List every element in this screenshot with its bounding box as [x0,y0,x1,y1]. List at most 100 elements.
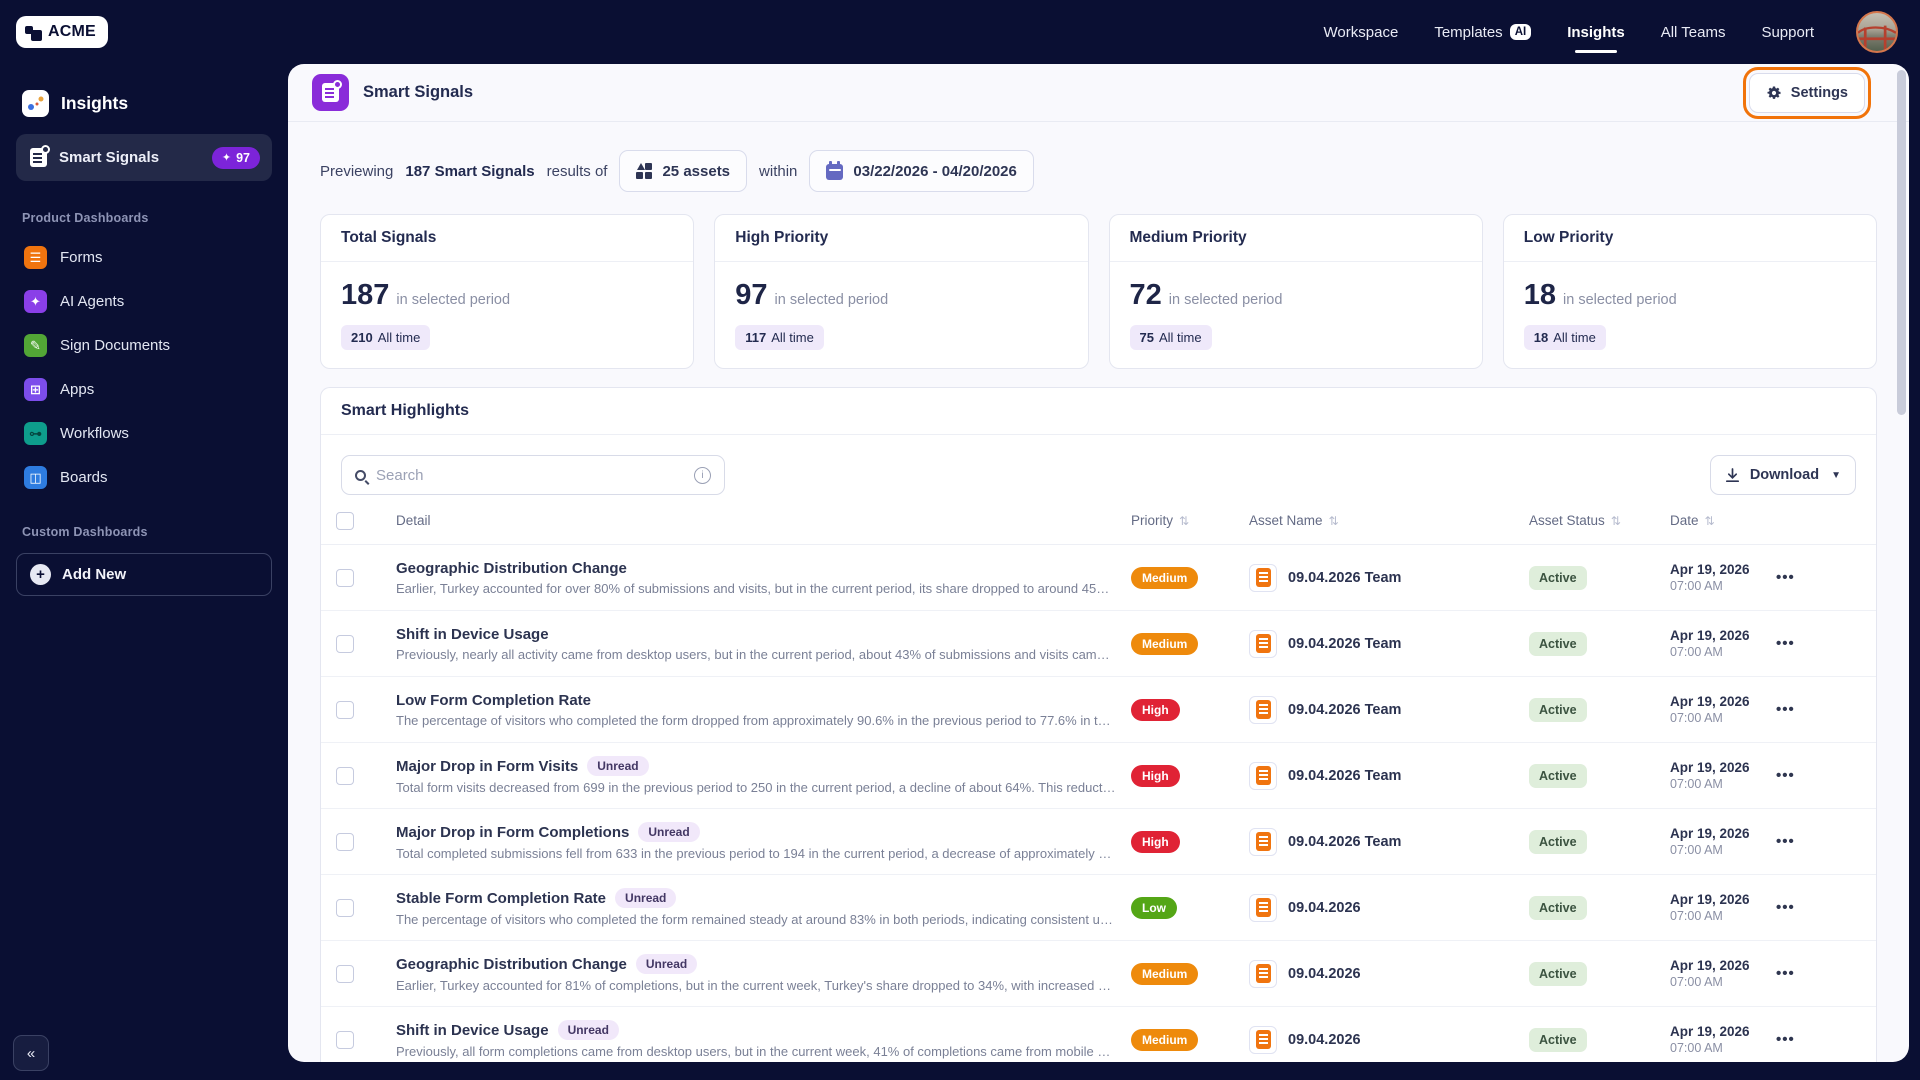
table-row[interactable]: Major Drop in Form Completions Unread To… [321,809,1876,875]
nav-templates[interactable]: Templates AI [1434,14,1532,51]
column-priority[interactable]: Priority ⇅ [1131,513,1249,528]
table-row[interactable]: Geographic Distribution Change Unread Ea… [321,941,1876,1007]
acme-logo-text: ACME [48,23,96,40]
stat-card-medium-priority: Medium Priority 72 in selected period 75 A… [1108,214,1483,369]
date-cell: Apr 19, 2026 07:00 AM [1670,958,1776,989]
signal-description: The percentage of visitors who completed… [396,712,1116,728]
priority-badge: Medium [1131,566,1199,589]
search-box[interactable]: i [341,455,725,495]
column-asset-status[interactable]: Asset Status ⇅ [1529,513,1670,528]
row-actions-button[interactable]: ••• [1776,635,1842,652]
settings-button[interactable]: Settings [1742,66,1872,119]
priority-badge: Medium [1131,962,1199,985]
row-actions-button[interactable]: ••• [1776,899,1842,916]
date-value: Apr 19, 2026 [1670,826,1750,841]
asset-name: 09.04.2026 Team [1288,833,1402,850]
nav-support[interactable]: Support [1761,14,1814,51]
table-row[interactable]: Geographic Distribution Change Earlier, … [321,545,1876,611]
add-new-button[interactable]: + Add New [16,553,272,596]
sidebar-item-workflows[interactable]: ⊶ Workflows [16,411,272,455]
info-icon[interactable]: i [694,466,711,484]
date-cell: Apr 19, 2026 07:00 AM [1670,1024,1776,1055]
row-checkbox[interactable] [336,898,354,917]
select-all-checkbox[interactable] [336,511,354,530]
plus-icon: + [30,564,51,585]
asset-cell: 09.04.2026 [1249,959,1529,988]
form-asset-icon [1249,827,1277,856]
nav-workspace[interactable]: Workspace [1324,14,1399,51]
row-checkbox[interactable] [336,1030,354,1049]
row-checkbox[interactable] [336,568,354,587]
search-input[interactable] [376,466,684,484]
status-badge: Active [1529,565,1587,590]
signal-title: Shift in Device Usage [396,1021,549,1039]
calendar-icon [826,161,844,180]
row-checkbox[interactable] [336,964,354,983]
sidebar-item-ai-agents[interactable]: ✦ AI Agents [16,279,272,323]
nav-insights[interactable]: Insights [1567,14,1625,53]
date-cell: Apr 19, 2026 07:00 AM [1670,694,1776,725]
signal-description: Previously, all form completions came fr… [396,1044,1116,1059]
asset-name: 09.04.2026 [1288,899,1361,916]
panel-scrollbar[interactable] [1897,70,1906,415]
smart-signals-icon [30,145,50,167]
date-range-button[interactable]: 03/22/2026 - 04/20/2026 [809,150,1034,192]
sidebar-item-forms[interactable]: ☰ Forms [16,235,272,279]
time-value: 07:00 AM [1670,843,1723,857]
alltime-badge: 75 All time [1129,325,1212,350]
row-actions-button[interactable]: ••• [1776,833,1842,850]
sparkle-icon: ✦ [221,152,232,164]
asset-cell: 09.04.2026 Team [1249,629,1529,658]
acme-logo[interactable]: ACME [16,16,108,48]
asset-name: 09.04.2026 Team [1288,635,1402,652]
row-checkbox[interactable] [336,832,354,851]
asset-name: 09.04.2026 Team [1288,569,1402,586]
section-product-dashboards: Product Dashboards [22,211,149,225]
asset-name: 09.04.2026 [1288,1031,1361,1048]
column-asset-name[interactable]: Asset Name ⇅ [1249,513,1529,528]
table-row[interactable]: Shift in Device Usage Previously, nearly… [321,611,1876,677]
smart-signals-page-icon [312,74,349,111]
user-avatar[interactable] [1856,11,1898,53]
assets-filter-button[interactable]: 25 assets [619,150,748,192]
table-row[interactable]: Stable Form Completion Rate Unread The p… [321,875,1876,941]
row-checkbox[interactable] [336,634,354,653]
row-actions-button[interactable]: ••• [1776,767,1842,784]
table-row[interactable]: Major Drop in Form Visits Unread Total f… [321,743,1876,809]
priority-badge: High [1131,830,1180,853]
status-badge: Active [1529,631,1587,656]
stat-card-high-priority: High Priority 97 in selected period 117 Al… [714,214,1089,369]
acme-logo-icon [25,24,42,41]
sidebar-collapse-button[interactable]: « [13,1035,49,1071]
row-checkbox[interactable] [336,766,354,785]
column-date[interactable]: Date ⇅ [1670,513,1776,528]
date-cell: Apr 19, 2026 07:00 AM [1670,562,1776,593]
signal-title: Shift in Device Usage [396,625,549,643]
sidebar-item-apps[interactable]: ⊞ Apps [16,367,272,411]
nav-all-teams[interactable]: All Teams [1661,14,1726,51]
smart-highlights-card: Smart Highlights i Download ▼ Detail Pri… [320,387,1877,1062]
gear-icon [1767,86,1781,99]
row-actions-button[interactable]: ••• [1776,965,1842,982]
sidebar: Insights Smart Signals ✦ 97 Product Dash… [0,64,288,1080]
row-actions-button[interactable]: ••• [1776,701,1842,718]
priority-badge: Medium [1131,632,1199,655]
sidebar-item-sign-documents[interactable]: ✎ Sign Documents [16,323,272,367]
form-asset-icon [1249,893,1277,922]
row-actions-button[interactable]: ••• [1776,1031,1842,1048]
table-row[interactable]: Low Form Completion Rate The percentage … [321,677,1876,743]
boards-icon: ◫ [24,465,47,489]
signal-title: Major Drop in Form Visits [396,757,579,775]
sidebar-item-boards[interactable]: ◫ Boards [16,455,272,499]
unread-badge: Unread [635,954,698,974]
sidebar-item-smart-signals[interactable]: Smart Signals ✦ 97 [16,134,272,181]
table-body: Geographic Distribution Change Earlier, … [321,545,1876,1062]
download-button[interactable]: Download ▼ [1709,455,1856,495]
row-actions-button[interactable]: ••• [1776,569,1842,586]
ai-agents-icon: ✦ [24,289,47,313]
priority-badge: Low [1131,896,1177,919]
chevron-down-icon: ▼ [1831,469,1841,481]
table-row[interactable]: Shift in Device Usage Unread Previously,… [321,1007,1876,1062]
row-checkbox[interactable] [336,700,354,719]
time-value: 07:00 AM [1670,579,1723,593]
